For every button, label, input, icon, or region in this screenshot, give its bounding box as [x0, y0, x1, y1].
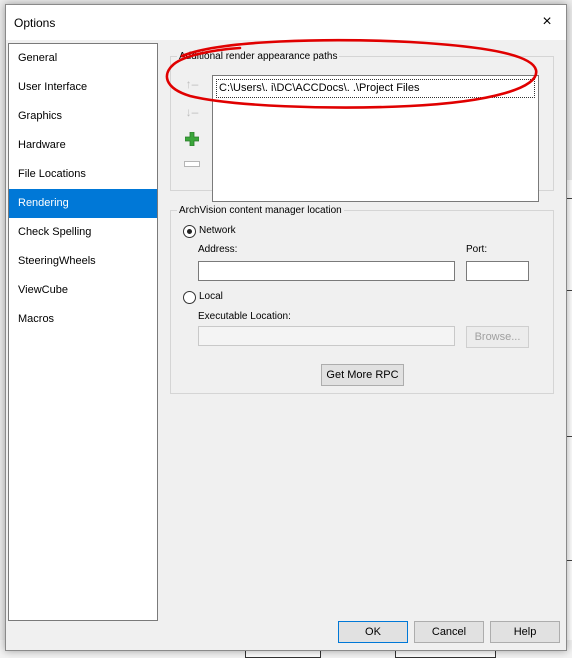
address-input[interactable]: [198, 261, 455, 281]
get-more-rpc-button[interactable]: Get More RPC: [321, 364, 404, 386]
nav-item-macros[interactable]: Macros: [9, 305, 157, 334]
local-radio[interactable]: [183, 291, 196, 304]
dialog-title: Options: [14, 16, 56, 30]
nav-item-file-locations[interactable]: File Locations: [9, 160, 157, 189]
red-annotation-ellipse: [165, 38, 538, 109]
network-label: Network: [199, 225, 236, 236]
executable-location-input[interactable]: [198, 326, 455, 346]
nav-item-general[interactable]: General: [9, 44, 157, 73]
executable-location-label: Executable Location:: [198, 311, 291, 322]
nav-item-user-interface[interactable]: User Interface: [9, 73, 157, 102]
archvision-group-label: ArchVision content manager location: [177, 204, 344, 217]
help-button[interactable]: Help: [490, 621, 560, 643]
nav-item-viewcube[interactable]: ViewCube: [9, 276, 157, 305]
local-label: Local: [199, 291, 223, 302]
close-icon[interactable]: ×: [536, 11, 558, 33]
nav-item-rendering[interactable]: Rendering: [9, 189, 157, 218]
network-radio[interactable]: [183, 225, 196, 238]
minus-icon[interactable]: [183, 161, 201, 179]
port-label: Port:: [466, 244, 488, 255]
archvision-group: ArchVision content manager location Netw…: [170, 204, 554, 394]
rendering-panel: Additional render appearance paths ↑– ↓–…: [158, 40, 564, 620]
cancel-button[interactable]: Cancel: [414, 621, 484, 643]
port-input[interactable]: [466, 261, 529, 281]
nav-item-check-spelling[interactable]: Check Spelling: [9, 218, 157, 247]
green-plus-icon[interactable]: [183, 132, 201, 150]
nav-item-hardware[interactable]: Hardware: [9, 131, 157, 160]
browse-button[interactable]: Browse...: [466, 326, 529, 348]
nav-item-graphics[interactable]: Graphics: [9, 102, 157, 131]
address-label: Address:: [198, 244, 238, 255]
ok-button[interactable]: OK: [338, 621, 408, 643]
nav-item-steeringwheels[interactable]: SteeringWheels: [9, 247, 157, 276]
title-bar: Options ×: [6, 5, 566, 40]
options-nav-list: General User Interface Graphics Hardware…: [8, 43, 158, 621]
red-annotation-stroke: [165, 38, 538, 109]
